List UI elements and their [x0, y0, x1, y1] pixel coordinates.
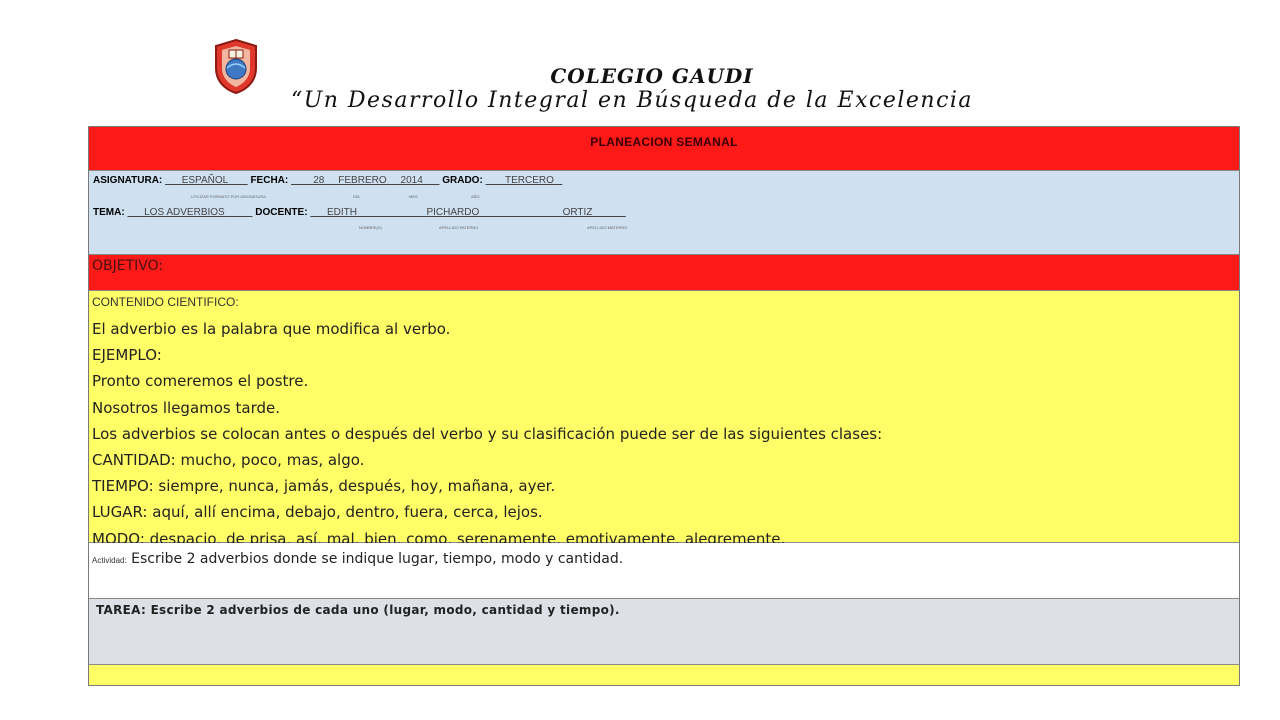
- fecha-year: 2014: [400, 175, 423, 186]
- tarea-row: TAREA: Escribe 2 adverbios de cada uno (…: [89, 599, 1239, 665]
- sub-mes: MES: [409, 194, 418, 199]
- contenido-line: CANTIDAD: mucho, poco, mas, algo.: [92, 451, 365, 470]
- docente-materno: ORTIZ: [562, 207, 593, 218]
- contenido-line: EJEMPLO:: [92, 346, 162, 365]
- contenido-line: Los adverbios se colocan antes o después…: [92, 424, 883, 443]
- objetivo-row: OBJETIVO:: [89, 255, 1239, 291]
- sub-dia: DÍA: [353, 194, 360, 199]
- actividad-text: Escribe 2 adverbios donde se indique lug…: [131, 551, 624, 567]
- contenido-line: TIEMPO: siempre, nunca, jamás, después, …: [92, 477, 556, 496]
- actividad-row: Actividad: Escribe 2 adverbios donde se …: [89, 543, 1239, 599]
- sub-ano: AÑO: [471, 194, 480, 199]
- contenido-line: LUGAR: aquí, allí encima, debajo, dentro…: [92, 503, 543, 522]
- grado-label: GRADO:: [442, 175, 483, 186]
- plan-title-row: PLANEACION SEMANAL: [89, 127, 1239, 171]
- plan-title: PLANEACION SEMANAL: [590, 135, 738, 149]
- info-line-asignatura: ASIGNATURA: ESPAÑOL FECHA: 28 FEBRERO 20…: [93, 175, 562, 186]
- grado-value: TERCERO: [505, 175, 554, 186]
- docente-paterno: PICHARDO: [426, 207, 480, 218]
- tema-value: LOS ADVERBIOS: [144, 207, 225, 218]
- tarea-text: TAREA: Escribe 2 adverbios de cada uno (…: [96, 603, 620, 617]
- contenido-lines: El adverbio es la palabra que modifica a…: [92, 316, 882, 552]
- actividad-label: Actividad:: [92, 556, 127, 565]
- asignatura-value: ESPAÑOL: [181, 175, 229, 186]
- sub-nombre: NOMBRE(S): [359, 225, 382, 230]
- sub-materno: APELLIDO MATERNO: [587, 225, 628, 230]
- docente-nombre: EDITH: [326, 207, 357, 218]
- school-motto: “Un Desarrollo Integral en Búsqueda de l…: [290, 88, 974, 113]
- tema-label: TEMA:: [93, 207, 125, 218]
- weekly-plan-sheet: PLANEACION SEMANAL ASIGNATURA: ESPAÑOL F…: [88, 126, 1240, 686]
- school-name: COLEGIO GAUDI: [550, 64, 754, 88]
- sub-asignatura: UTILIZAR FORMATO POR ASIGNATURA: [191, 194, 266, 199]
- plan-info-row: ASIGNATURA: ESPAÑOL FECHA: 28 FEBRERO 20…: [89, 171, 1239, 255]
- footer-row: [89, 665, 1239, 685]
- fecha-month: FEBRERO: [338, 175, 387, 186]
- asignatura-label: ASIGNATURA:: [93, 175, 163, 186]
- objetivo-label: OBJETIVO:: [92, 258, 164, 274]
- fecha-day: 28: [313, 175, 325, 186]
- docente-label: DOCENTE:: [255, 207, 308, 218]
- contenido-label: CONTENIDO CIENTIFICO:: [92, 295, 239, 309]
- contenido-line: Nosotros llegamos tarde.: [92, 398, 281, 417]
- info-line-tema: TEMA: LOS ADVERBIOS DOCENTE: EDITH PICHA…: [93, 207, 626, 218]
- contenido-line: El adverbio es la palabra que modifica a…: [92, 320, 451, 338]
- contenido-line: Pronto comeremos el postre.: [92, 372, 309, 391]
- fecha-label: FECHA:: [250, 175, 289, 186]
- sub-paterno: APELLIDO PATERNO: [439, 225, 479, 230]
- contenido-row: CONTENIDO CIENTIFICO: El adverbio es la …: [89, 291, 1239, 548]
